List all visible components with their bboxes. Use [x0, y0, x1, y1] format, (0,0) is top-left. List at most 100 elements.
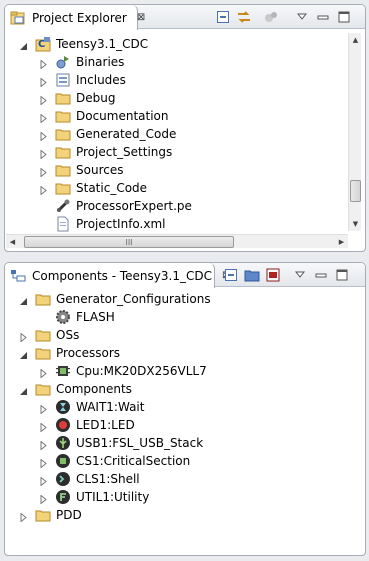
scrollbar-thumb[interactable] [350, 180, 361, 202]
scroll-down-icon[interactable]: ▼ [349, 217, 362, 231]
expanded-arrow-icon[interactable] [19, 385, 28, 395]
horizontal-scrollbar[interactable]: ◀ III ▶ [6, 234, 348, 248]
tree-label: Components [56, 382, 132, 396]
utility-icon [55, 489, 71, 505]
tree-item-sources[interactable]: Sources [39, 161, 123, 179]
vertical-scrollbar[interactable]: ▲ ▼ [348, 33, 361, 231]
tree-item-processorexpert-pe[interactable]: ProcessorExpert.pe [55, 197, 192, 215]
tree-label: WAIT1:Wait [76, 400, 145, 414]
collapsed-arrow-icon[interactable] [19, 331, 28, 343]
scrollbar-thumb[interactable]: III [24, 236, 234, 248]
close-icon[interactable]: ⊠ [137, 12, 145, 23]
collapsed-arrow-icon[interactable] [39, 58, 48, 70]
collapsed-arrow-icon[interactable] [39, 493, 48, 505]
tree-label: Cpu:MK20DX256VLL7 [76, 364, 207, 378]
collapsed-arrow-icon[interactable] [39, 94, 48, 106]
tab-project-explorer[interactable]: Project Explorer ⊠ [5, 5, 145, 30]
scroll-up-icon[interactable]: ▲ [349, 33, 362, 47]
link-with-editor-icon[interactable] [236, 9, 252, 25]
group-processors[interactable]: Processors [19, 344, 120, 362]
scroll-left-icon[interactable]: ◀ [6, 235, 19, 249]
filter-icon[interactable] [263, 9, 279, 25]
expanded-arrow-icon[interactable] [19, 295, 28, 305]
collapsed-arrow-icon[interactable] [39, 403, 48, 415]
collapsed-arrow-icon[interactable] [39, 148, 48, 160]
tree-label: Sources [76, 163, 124, 177]
project-explorer-toolbar [215, 9, 357, 25]
tree-label: CS1:CriticalSection [76, 454, 191, 468]
collapsed-arrow-icon[interactable] [39, 184, 48, 196]
components-view-icon [10, 268, 26, 284]
group-pdd[interactable]: PDD [19, 506, 82, 524]
minimize-icon[interactable] [313, 267, 329, 283]
group-components[interactable]: Components [19, 380, 132, 398]
minimize-icon[interactable] [315, 9, 331, 25]
led-icon [55, 417, 71, 433]
tree-root[interactable]: C Teensy3.1_CDC [19, 35, 148, 53]
chip-icon [55, 453, 71, 469]
component-led1[interactable]: LED1:LED [39, 416, 135, 434]
folder-icon [35, 381, 51, 397]
maximize-icon[interactable] [336, 9, 352, 25]
tree-item-static-code[interactable]: Static_Code [39, 179, 147, 197]
tree-label: ProcessorExpert.pe [76, 199, 192, 213]
collapsed-arrow-icon[interactable] [39, 130, 48, 142]
scrollbar-grip: III [125, 237, 133, 247]
component-wait1[interactable]: WAIT1:Wait [39, 398, 144, 416]
tree-label: OSs [56, 328, 80, 342]
tree-item-generated-code[interactable]: Generated_Code [39, 125, 176, 143]
group-generator-configurations[interactable]: Generator_Configurations [19, 290, 211, 308]
tree-label: ProjectInfo.xml [76, 217, 166, 231]
component-usb1[interactable]: USB1:FSL_USB_Stack [39, 434, 203, 452]
tree-item-binaries[interactable]: Binaries [39, 53, 124, 71]
collapsed-arrow-icon[interactable] [39, 457, 48, 469]
shell-icon [55, 471, 71, 487]
tree-label: Project_Settings [76, 145, 173, 159]
folder-icon [35, 327, 51, 343]
view-menu-icon[interactable] [294, 9, 310, 25]
component-cls1[interactable]: CLS1:Shell [39, 470, 140, 488]
tree-item-project-settings[interactable]: Project_Settings [39, 143, 172, 161]
open-folder-icon[interactable] [244, 267, 260, 283]
collapsed-arrow-icon[interactable] [39, 421, 48, 433]
component-cpu[interactable]: Cpu:MK20DX256VLL7 [39, 362, 207, 380]
binaries-icon [55, 54, 71, 70]
view-menu-icon[interactable] [292, 267, 308, 283]
tree-label: Includes [76, 73, 126, 87]
tree-label: PDD [56, 508, 82, 522]
project-tree: C Teensy3.1_CDC Binaries Includes Debug … [5, 30, 365, 232]
collapse-all-icon[interactable] [215, 9, 231, 25]
tree-item-includes[interactable]: Includes [39, 71, 126, 89]
group-oss[interactable]: OSs [19, 326, 79, 344]
scroll-right-icon[interactable]: ▶ [335, 235, 348, 249]
collapsed-arrow-icon[interactable] [39, 76, 48, 88]
tree-item-documentation[interactable]: Documentation [39, 107, 169, 125]
export-icon[interactable] [265, 267, 281, 283]
tree-item-debug[interactable]: Debug [39, 89, 115, 107]
collapsed-arrow-icon[interactable] [19, 511, 28, 523]
tree-label: Debug [76, 91, 116, 105]
collapsed-arrow-icon[interactable] [39, 112, 48, 124]
tab-label: Components - Teensy3.1_CDC [32, 268, 212, 283]
tree-item-projectinfo-xml[interactable]: ProjectInfo.xml [55, 215, 166, 232]
tree-label: UTIL1:Utility [76, 490, 150, 504]
tree-label: FLASH [76, 310, 115, 324]
folder-icon [35, 345, 51, 361]
maximize-icon[interactable] [334, 267, 350, 283]
collapsed-arrow-icon[interactable] [39, 367, 48, 379]
collapse-all-icon[interactable] [223, 267, 239, 283]
component-cs1[interactable]: CS1:CriticalSection [39, 452, 190, 470]
collapsed-arrow-icon[interactable] [39, 439, 48, 451]
collapsed-arrow-icon[interactable] [39, 475, 48, 487]
component-flash[interactable]: FLASH [55, 308, 115, 326]
expanded-arrow-icon[interactable] [19, 40, 28, 50]
collapsed-arrow-icon[interactable] [39, 166, 48, 178]
components-view: Components - Teensy3.1_CDC ⊠ Generator_C… [4, 262, 366, 556]
component-util1[interactable]: UTIL1:Utility [39, 488, 149, 506]
tab-components[interactable]: Components - Teensy3.1_CDC ⊠ [5, 263, 230, 288]
project-explorer-view: Project Explorer ⊠ C Teensy3.1_CDC Binar… [4, 4, 366, 252]
folder-icon [55, 162, 71, 178]
folder-icon [55, 180, 71, 196]
expanded-arrow-icon[interactable] [19, 349, 28, 359]
gear-icon [55, 309, 71, 325]
